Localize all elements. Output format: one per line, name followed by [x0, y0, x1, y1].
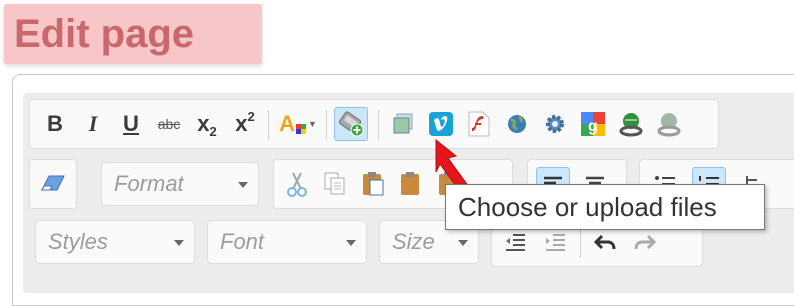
chevron-down-icon: ▼: [307, 119, 317, 129]
indent-icon: [546, 234, 565, 251]
italic-button[interactable]: I: [76, 107, 110, 141]
indent-button[interactable]: [538, 225, 572, 259]
styles-combo[interactable]: Styles: [35, 220, 195, 264]
file-browser-button[interactable]: [334, 107, 368, 141]
special-char-button[interactable]: [538, 107, 572, 141]
format-combo[interactable]: Format: [101, 162, 259, 206]
copy-button[interactable]: [318, 167, 352, 201]
tooltip: Choose or upload files: [445, 184, 765, 230]
outdent-button[interactable]: [498, 225, 532, 259]
chevron-down-icon: [174, 240, 184, 246]
link-button[interactable]: [614, 107, 648, 141]
subscript-base: x: [197, 111, 210, 136]
redo-button[interactable]: [628, 225, 662, 259]
superscript-base: x: [235, 111, 248, 136]
page-title: Edit page: [4, 4, 262, 64]
gear-icon: [546, 115, 564, 133]
toolbar-group-basic: B I U abc x2 x2 A ▼ g: [29, 99, 719, 149]
remove-format-button[interactable]: [36, 167, 70, 201]
size-combo-label: Size: [392, 229, 435, 254]
outdent-icon: [506, 234, 525, 251]
google-maps-icon: g: [581, 112, 605, 136]
separator: [378, 110, 379, 140]
image-icon: [393, 113, 413, 134]
font-combo[interactable]: Font: [207, 220, 367, 264]
separator: [326, 110, 327, 140]
chevron-down-icon: [458, 240, 468, 246]
file-browser-icon: [338, 111, 364, 137]
image-button[interactable]: [386, 107, 420, 141]
chevron-down-icon: [346, 240, 356, 246]
text-color-button[interactable]: A ▼: [276, 107, 320, 141]
color-swatch-icon: [295, 124, 306, 134]
superscript-button[interactable]: x2: [228, 107, 262, 141]
toolbar-group-clean: [29, 159, 77, 209]
chevron-down-icon: [238, 182, 248, 188]
styles-combo-label: Styles: [48, 229, 108, 254]
format-combo-label: Format: [114, 171, 184, 196]
link-icon: [619, 113, 643, 137]
superscript-mark: 2: [247, 108, 255, 124]
font-combo-label: Font: [220, 229, 265, 254]
redo-icon: [634, 234, 656, 250]
subscript-mark: 2: [209, 123, 217, 139]
separator: [268, 110, 269, 140]
bold-button[interactable]: B: [38, 107, 72, 141]
text-color-glyph: A: [279, 111, 295, 136]
unlink-button[interactable]: [652, 107, 686, 141]
globe-icon: [508, 115, 526, 133]
undo-button[interactable]: [588, 225, 622, 259]
subscript-button[interactable]: x2: [190, 107, 224, 141]
copy-icon: [324, 172, 345, 195]
undo-icon: [594, 234, 616, 250]
underline-button[interactable]: U: [114, 107, 148, 141]
cut-button[interactable]: [280, 167, 314, 201]
separator: [580, 228, 581, 258]
paste-button[interactable]: [356, 167, 390, 201]
strikethrough-button[interactable]: abc: [152, 107, 186, 141]
google-maps-button[interactable]: g: [576, 107, 610, 141]
paste-icon: [363, 172, 384, 196]
cut-icon: [287, 172, 307, 197]
unlink-icon: [657, 113, 681, 137]
eraser-icon: [41, 175, 65, 191]
globe-button[interactable]: [500, 107, 534, 141]
svg-text:g: g: [588, 118, 598, 135]
